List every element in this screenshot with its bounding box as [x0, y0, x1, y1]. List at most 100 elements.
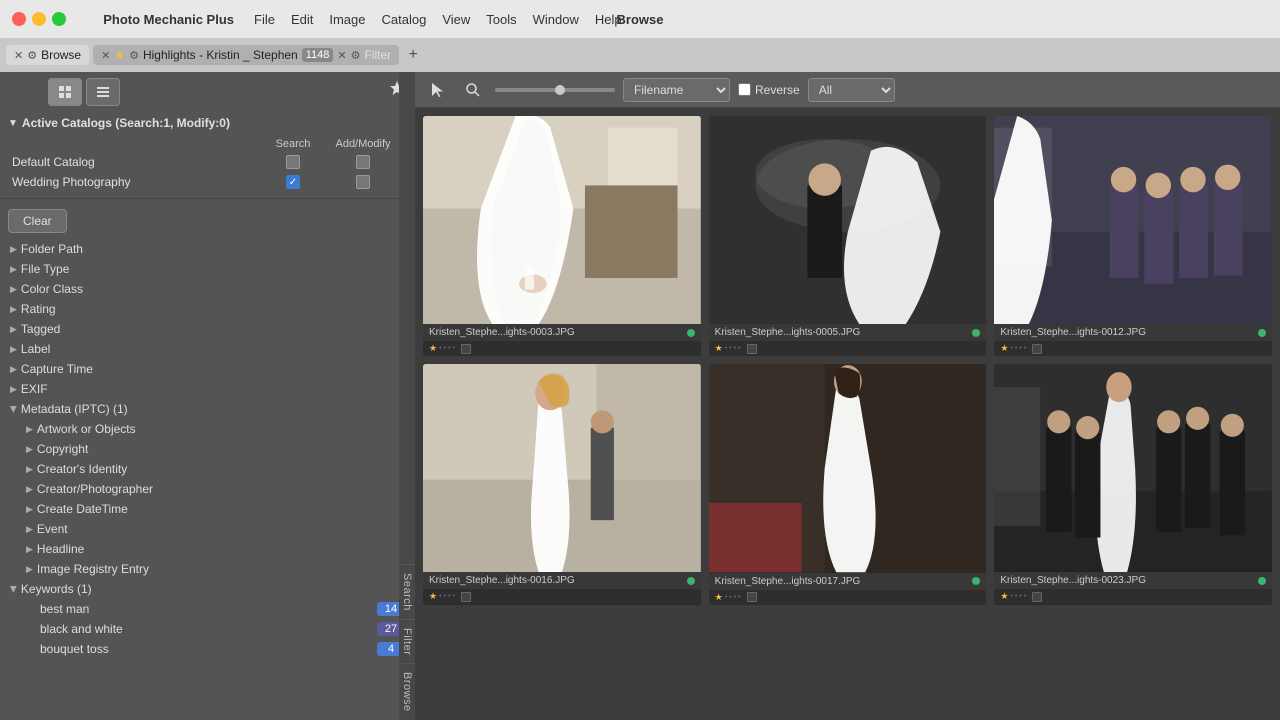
tab-close-highlights[interactable]: ✕ — [101, 49, 110, 62]
photo-rating-0012: ★ • • • • — [994, 341, 1272, 356]
col-name-header — [12, 138, 263, 150]
col-search-header: Search — [263, 138, 323, 150]
photo-cell-0016[interactable]: Kristen_Stephe...ights-0016.JPG ★ • • • … — [423, 364, 701, 604]
menu-image[interactable]: Image — [329, 12, 365, 27]
toolbar: Filename Capture Time File Size Rating R… — [415, 72, 1280, 108]
photo-image-0005 — [709, 116, 987, 324]
artwork-label: Artwork or Objects — [37, 422, 136, 436]
filter-tagged[interactable]: ▶ Tagged — [4, 319, 411, 339]
reverse-checkbox-label[interactable]: Reverse — [738, 83, 800, 97]
apple-icon:  — [76, 11, 87, 28]
filter-event[interactable]: ▶ Event — [4, 519, 411, 539]
search-icon[interactable] — [459, 76, 487, 104]
filter-headline[interactable]: ▶ Headline — [4, 539, 411, 559]
catalog-wedding-modify-check[interactable] — [356, 175, 370, 189]
filter-creators-identity[interactable]: ▶ Creator's Identity — [4, 459, 411, 479]
clear-button[interactable]: Clear — [8, 209, 67, 233]
catalog-view-icon[interactable] — [48, 78, 82, 106]
active-catalogs-header[interactable]: ▼ Active Catalogs (Search:1, Modify:0) — [0, 112, 415, 134]
tab-close-x2[interactable]: ✕ — [337, 49, 346, 62]
photo-name-0023: Kristen_Stephe...ights-0023.JPG — [1000, 575, 1254, 586]
minimize-button[interactable] — [32, 12, 46, 26]
filter-image-registry[interactable]: ▶ Image Registry Entry — [4, 559, 411, 579]
filter-create-datetime[interactable]: ▶ Create DateTime — [4, 499, 411, 519]
side-label-filter[interactable]: Filter — [399, 619, 415, 663]
tab-gear-browse: ⚙ — [27, 49, 37, 62]
photo-dot-0012 — [1258, 329, 1266, 337]
creator-photographer-label: Creator/Photographer — [37, 482, 153, 496]
photo-cell-0023[interactable]: Kristen_Stephe...ights-0023.JPG ★ • • • … — [994, 364, 1272, 604]
titlebar:  Photo Mechanic Plus File Edit Image Ca… — [0, 0, 1280, 38]
image-registry-label: Image Registry Entry — [37, 562, 149, 576]
menu-tools[interactable]: Tools — [486, 12, 516, 27]
catalog-default-search-check[interactable] — [286, 155, 300, 169]
filter-metadata-iptc[interactable]: ▶ Metadata (IPTC) (1) — [4, 399, 411, 419]
folder-path-label: Folder Path — [21, 242, 83, 256]
active-catalogs-title: Active Catalogs (Search:1, Modify:0) — [22, 116, 230, 130]
filter-folder-path[interactable]: ▶ Folder Path — [4, 239, 411, 259]
image-registry-arrow: ▶ — [26, 564, 33, 575]
photo-flag-0017 — [747, 592, 757, 602]
photo-cell-0005[interactable]: Kristen_Stephe...ights-0005.JPG ★ • • • … — [709, 116, 987, 356]
star-icon-0016: ★ — [429, 591, 437, 602]
filter-color-class[interactable]: ▶ Color Class — [4, 279, 411, 299]
photo-footer-0023: Kristen_Stephe...ights-0023.JPG — [994, 572, 1272, 589]
tab-close-browse[interactable]: ✕ — [14, 49, 23, 62]
menu-catalog[interactable]: Catalog — [382, 12, 427, 27]
list-view-icon[interactable] — [86, 78, 120, 106]
maximize-button[interactable] — [52, 12, 66, 26]
tab-gear-highlights: ⚙ — [129, 49, 139, 62]
creators-identity-label: Creator's Identity — [37, 462, 127, 476]
filter-rating[interactable]: ▶ Rating — [4, 299, 411, 319]
filter-creator-photographer[interactable]: ▶ Creator/Photographer — [4, 479, 411, 499]
filter-label: Filter — [364, 48, 391, 62]
catalog-default-modify-check[interactable] — [356, 155, 370, 169]
keyword-bouquet-toss[interactable]: bouquet toss 4 — [4, 639, 411, 659]
reverse-checkbox[interactable] — [738, 83, 751, 96]
file-type-label: File Type — [21, 262, 69, 276]
photo-grid-container: Kristen_Stephe...ights-0003.JPG ★ • • • … — [415, 108, 1280, 720]
catalog-wedding-search-check[interactable]: ✓ — [286, 175, 300, 189]
photo-cell-0017[interactable]: Kristen_Stephe...ights-0017.JPG ★ • • • … — [709, 364, 987, 604]
keyword-best-man[interactable]: best man 14 — [4, 599, 411, 619]
close-button[interactable] — [12, 12, 26, 26]
filter-keywords[interactable]: ▶ Keywords (1) — [4, 579, 411, 599]
photo-name-0016: Kristen_Stephe...ights-0016.JPG — [429, 575, 683, 586]
menu-bar: File Edit Image Catalog View Tools Windo… — [254, 12, 622, 27]
filter-label[interactable]: ▶ Label — [4, 339, 411, 359]
menu-view[interactable]: View — [442, 12, 470, 27]
photo-image-0017 — [709, 364, 987, 572]
create-datetime-label: Create DateTime — [37, 502, 128, 516]
tab-browse[interactable]: ✕ ⚙ Browse — [6, 45, 89, 65]
filter-artwork[interactable]: ▶ Artwork or Objects — [4, 419, 411, 439]
photo-rating-0017: ★ • • • • — [709, 590, 987, 605]
add-tab-button[interactable]: + — [403, 45, 423, 65]
copyright-label: Copyright — [37, 442, 88, 456]
zoom-slider[interactable] — [495, 88, 615, 92]
photo-cell-0003[interactable]: Kristen_Stephe...ights-0003.JPG ★ • • • … — [423, 116, 701, 356]
catalog-wedding-name: Wedding Photography — [12, 175, 263, 189]
photo-dot-0005 — [972, 329, 980, 337]
all-select[interactable]: All Selected Tagged Untagged — [808, 78, 895, 102]
divider-1 — [0, 198, 415, 199]
filter-copyright[interactable]: ▶ Copyright — [4, 439, 411, 459]
tab-bar: ✕ ⚙ Browse ✕ ★ ⚙ Highlights - Kristin _ … — [0, 38, 1280, 72]
sort-select[interactable]: Filename Capture Time File Size Rating — [623, 78, 730, 102]
menu-edit[interactable]: Edit — [291, 12, 313, 27]
keyword-black-white[interactable]: black and white 27 — [4, 619, 411, 639]
photo-rating-0003: ★ • • • • — [423, 341, 701, 356]
photo-cell-0012[interactable]: Kristen_Stephe...ights-0012.JPG ★ • • • … — [994, 116, 1272, 356]
side-label-browse[interactable]: Browse — [399, 663, 415, 720]
tab-highlights[interactable]: ✕ ★ ⚙ Highlights - Kristin _ Stephen 114… — [93, 45, 399, 65]
right-content: Filename Capture Time File Size Rating R… — [415, 72, 1280, 720]
photo-flag-0016 — [461, 592, 471, 602]
arrow-pointer-icon[interactable] — [423, 76, 451, 104]
filter-file-type[interactable]: ▶ File Type — [4, 259, 411, 279]
menu-file[interactable]: File — [254, 12, 275, 27]
side-label-search[interactable]: Search — [399, 564, 415, 619]
menu-window[interactable]: Window — [533, 12, 579, 27]
color-class-arrow: ▶ — [10, 284, 17, 295]
photo-footer-0012: Kristen_Stephe...ights-0012.JPG — [994, 324, 1272, 341]
filter-capture-time[interactable]: ▶ Capture Time — [4, 359, 411, 379]
filter-exif[interactable]: ▶ EXIF — [4, 379, 411, 399]
